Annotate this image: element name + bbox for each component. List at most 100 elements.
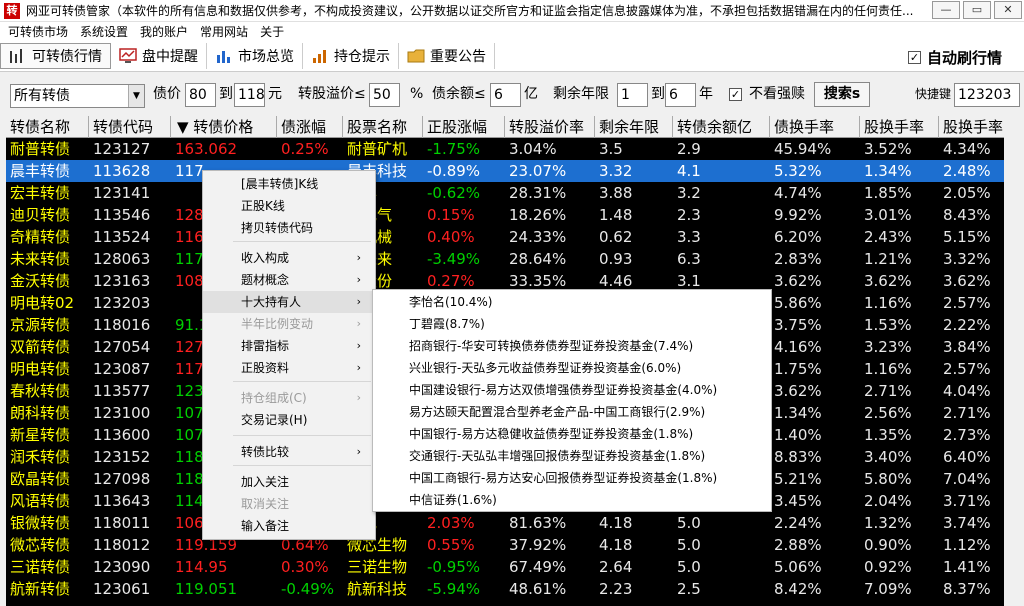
table-row[interactable]: 耐普转债 123127 163.062 0.25% 耐普矿机 -1.75% 3.04% 3.5… [6,138,1004,160]
col-code[interactable]: 转债代码 [89,116,171,138]
menu-market[interactable]: 可转债市场 [8,23,68,40]
menu-item-label: 收入构成 [241,251,290,265]
tab-overview[interactable]: 市场总览 [207,43,303,69]
menu-about[interactable]: 关于 [260,23,284,40]
cell-bto: 1.40% [774,426,822,444]
menu-account[interactable]: 我的账户 [140,23,188,40]
context-menu-item[interactable]: [晨丰转债]K线 [203,173,375,195]
chevron-down-icon: ▼ [128,85,144,107]
holder-item[interactable]: 中国工商银行-易方达安心回报债券型证券投资基金(1.8%) [373,467,771,489]
cell-bto: 2.83% [774,250,822,268]
tab-positions[interactable]: 持仓提示 [303,43,399,69]
context-menu-item[interactable]: 输入备注 [203,515,375,537]
table-row[interactable]: 晨丰转债 113628 117. 晨丰科技 -0.89% 23.07% 3.32 4.1 5.3… [6,160,1004,182]
holder-item[interactable]: 交通银行-天弘弘丰增强回报债券型证券投资基金(1.8%) [373,445,771,467]
context-menu-item[interactable]: 正股K线 [203,195,375,217]
cell-prem: 37.92% [509,536,567,554]
menu-item-label: 转债比较 [241,445,290,459]
cell-schg: 0.15% [427,206,475,224]
context-menu-item[interactable]: 题材概念 › [203,269,375,291]
table-row[interactable]: 微芯转债 118012 119.159 0.64% 微芯生物 0.55% 37.92% 4.1… [6,534,1004,556]
context-menu-item[interactable]: 收入构成 › [203,247,375,269]
cell-name: 金沃转债 [10,272,71,290]
auto-refresh-checkbox[interactable]: ✓ [907,51,921,64]
tab-alerts[interactable]: 盘中提醒 [111,43,207,69]
price-max-input[interactable]: 118 [234,83,265,107]
premium-input[interactable]: 50 [369,83,400,107]
context-menu-item[interactable]: 正股资料 › [203,357,375,379]
category-select[interactable]: 所有转债 ▼ [10,84,145,108]
app-icon: 转 [4,2,20,19]
col-stock-turnover[interactable]: 股换手率 [860,116,939,138]
col-stock[interactable]: 股票名称 [343,116,423,138]
menu-item-label: 十大持有人 [241,295,302,309]
cell-stock: 三诺生物 [347,558,408,576]
table-row[interactable]: 航新转债 123061 119.051 -0.49% 航新科技 -5.94% 48.61% 2… [6,578,1004,600]
close-button[interactable]: ✕ [994,1,1022,19]
auto-refresh-toggle[interactable]: ✓ 自动刷行情 [907,47,1002,68]
tab-quotes[interactable]: 可转债行情 [0,43,111,69]
cell-bto: 8.42% [774,580,822,598]
context-menu-item[interactable]: 拷贝转债代码 [203,217,375,239]
context-menu-item[interactable]: 转债比较 › [203,441,375,463]
chart-bar-icon [10,49,22,63]
table-row[interactable]: 三诺转债 123090 114.95 0.30% 三诺生物 -0.95% 67.49% 2.6… [6,556,1004,578]
cell-code: 123100 [93,404,151,422]
cell-sto: 2.71% [864,382,912,400]
cell-code: 113546 [93,206,151,224]
years-max-input[interactable]: 6 [665,83,696,107]
search-button[interactable]: 搜索s [814,82,870,107]
years-min-input[interactable]: 1 [617,83,648,107]
context-menu-item[interactable]: 十大持有人 › [203,291,375,313]
holder-item[interactable]: 易方达颐天配置混合型养老金产品-中国工商银行(2.9%) [373,401,771,423]
holder-item[interactable]: 中国银行-易方达稳健收益债券型证券投资基金(1.8%) [373,423,771,445]
cell-code: 123141 [93,184,151,202]
table-row[interactable]: 迪贝转债113546128.贝电气0.15%18.26%1.482.39.92%… [6,204,1004,226]
balance-input[interactable]: 6 [490,83,521,107]
no-redeem-checkbox[interactable]: ✓ [729,88,742,101]
col-name[interactable]: 转债名称 [6,116,89,138]
price-min-input[interactable]: 80 [185,83,216,107]
table-row[interactable]: 银微转债118011106.微电2.03%81.63%4.185.02.24%1… [6,512,1004,534]
col-premium[interactable]: 转股溢价率 [505,116,595,138]
minimize-button[interactable]: — [932,1,960,19]
table-row[interactable]: 未来转债128063117.来未来-3.49%28.64%0.936.32.83… [6,248,1004,270]
holder-item[interactable]: 丁碧霞(8.7%) [373,313,771,335]
holder-item[interactable]: 中国建设银行-易方达双债增强债券型证券投资基金(4.0%) [373,379,771,401]
holder-item[interactable]: 兴业银行-天弘多元收益债券型证券投资基金(6.0%) [373,357,771,379]
cell-sto: 1.34% [864,162,912,180]
holder-item[interactable]: 招商银行-华安可转换债券债券型证券投资基金(7.4%) [373,335,771,357]
context-menu-item[interactable]: 交易记录(H) [203,409,375,431]
col-stock-turnover-2[interactable]: 股换手率 [939,116,1004,138]
maximize-button[interactable]: ▭ [963,1,991,19]
col-bond-turnover[interactable]: 债换手率 [770,116,860,138]
tab-announcements[interactable]: 重要公告 [399,43,495,69]
menu-item-label: 题材概念 [241,273,290,287]
table-row[interactable]: 宏丰转债123141宏丰-0.62%28.31%3.883.24.74%1.85… [6,182,1004,204]
cell-bto: 1.34% [774,404,822,422]
col-stock-chg[interactable]: 正股涨幅 [423,116,505,138]
holder-item[interactable]: 中信证券(1.6%) [373,489,771,511]
cell-code: 113600 [93,426,151,444]
col-price[interactable]: ▼ 转债价格 [171,116,277,138]
context-menu-item[interactable]: 加入关注 [203,471,375,493]
cell-years: 0.93 [599,250,633,268]
folder-icon [407,49,425,63]
table-row[interactable]: 奇精转债113524116.精机械0.40%24.33%0.623.36.20%… [6,226,1004,248]
cell-chg: 0.30% [281,558,329,576]
col-chg[interactable]: 债涨幅 [277,116,343,138]
context-menu-item[interactable]: 排雷指标 › [203,335,375,357]
cell-sto: 3.01% [864,206,912,224]
cell-prem: 3.04% [509,140,557,158]
menu-websites[interactable]: 常用网站 [200,23,248,40]
col-years[interactable]: 剩余年限 [595,116,673,138]
shortcut-input[interactable]: 123203 [954,83,1020,107]
menu-item-label: 取消关注 [241,497,290,511]
menu-settings[interactable]: 系统设置 [80,23,128,40]
column-divider [771,138,772,160]
cell-prem: 67.49% [509,558,567,576]
holder-item[interactable]: 李怡名(10.4%) [373,291,771,313]
cell-bal: 3.3 [677,228,701,246]
monitor-chart-icon [119,48,137,63]
col-balance[interactable]: 转债余额亿 [673,116,770,138]
